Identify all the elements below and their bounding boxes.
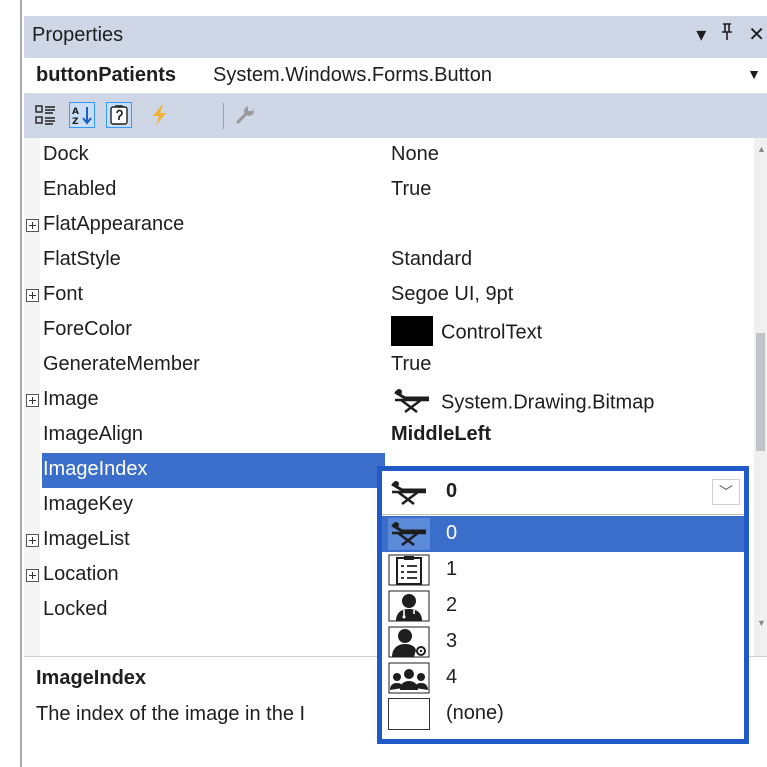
property-pages-icon[interactable] [232,102,258,128]
property-name: Locked [43,598,108,620]
image-value: System.Drawing.Bitmap [441,391,655,414]
object-type: System.Windows.Forms.Button [213,64,492,86]
property-row-generatemember[interactable]: GenerateMember True [24,348,754,383]
doctor-icon [388,590,430,622]
property-name: Font [43,283,84,305]
svg-text:A: A [72,107,79,117]
option-label: (none) [446,702,504,724]
imageindex-dropdown[interactable]: 0 ﹀ 0 1 2 3 4 (none) [377,466,749,744]
vertical-scrollbar[interactable]: ▲ ▼ [754,138,767,656]
property-name: Image [43,388,99,410]
option-label: 4 [446,666,458,688]
clipboard-list-icon [388,554,430,586]
property-value[interactable]: True [391,178,431,201]
scroll-up-arrow-icon[interactable]: ▲ [757,144,766,154]
property-row-image[interactable]: Image System.Drawing.Bitmap [24,383,754,418]
property-name: ImageList [43,528,130,550]
object-selector-chevron-down-icon[interactable]: ▼ [747,66,761,82]
dropdown-option-none[interactable]: (none) [382,696,744,732]
dropdown-option-1[interactable]: 1 [382,552,744,588]
property-row-forecolor[interactable]: ForeColor ControlText [24,313,754,348]
property-value[interactable]: System.Drawing.Bitmap [391,388,654,418]
description-text: The index of the image in the I [36,703,306,725]
stretcher-icon [391,386,433,416]
option-label: 3 [446,630,458,652]
toolbar-separator [223,103,224,129]
expand-plus-icon[interactable] [26,219,39,232]
property-row-imagealign[interactable]: ImageAlign MiddleLeft [24,418,754,453]
dropdown-option-2[interactable]: 2 [382,588,744,624]
property-name: FlatAppearance [43,213,185,235]
property-row-enabled[interactable]: Enabled True [24,173,754,208]
panel-title: Properties [32,24,124,46]
property-value[interactable]: ControlText [391,316,543,348]
panel-titlebar: Properties ▾ ✕ [24,16,767,58]
chevron-down-icon[interactable]: ﹀ [712,479,740,505]
dropdown-option-0[interactable]: 0 [382,516,744,552]
group-icon [388,662,430,694]
alphabetical-icon[interactable]: A Z [69,102,95,128]
object-name: buttonPatients [36,64,176,86]
properties-icon[interactable] [106,102,132,128]
pin-icon[interactable] [720,22,734,48]
scrollbar-thumb[interactable] [756,333,765,451]
stretcher-icon [388,478,430,514]
categorized-icon[interactable] [33,102,59,128]
expand-plus-icon[interactable] [26,394,39,407]
property-row-dock[interactable]: Dock None [24,138,754,173]
property-name: FlatStyle [43,248,121,270]
color-swatch [391,316,433,346]
property-row-flatstyle[interactable]: FlatStyle Standard [24,243,754,278]
property-row-flatappearance[interactable]: FlatAppearance [24,208,754,243]
property-name: GenerateMember [43,353,200,375]
property-name: Dock [43,143,89,165]
window-menu-chevron-icon[interactable]: ▾ [696,22,706,48]
property-name: Location [43,563,119,585]
dropdown-option-4[interactable]: 4 [382,660,744,696]
svg-text:Z: Z [72,117,79,126]
object-selector[interactable]: buttonPatients System.Windows.Forms.Butt… [24,58,767,94]
close-icon[interactable]: ✕ [748,22,765,48]
expand-plus-icon[interactable] [26,534,39,547]
property-name: Enabled [43,178,117,200]
dropdown-current-value[interactable]: 0 ﹀ [382,471,744,515]
option-label: 2 [446,594,458,616]
events-icon[interactable] [146,102,172,128]
scroll-down-arrow-icon[interactable]: ▼ [757,618,766,628]
property-name: ImageAlign [43,423,144,445]
left-edge [0,0,22,767]
property-value[interactable]: True [391,353,431,376]
expand-plus-icon[interactable] [26,289,39,302]
empty-image-box [388,698,430,730]
property-value[interactable]: None [391,143,439,166]
dropdown-value: 0 [446,480,458,502]
property-value[interactable]: MiddleLeft [391,423,491,446]
user-settings-icon [388,626,430,658]
expand-plus-icon[interactable] [26,569,39,582]
forecolor-value: ControlText [441,321,543,344]
dropdown-options: 0 1 2 3 4 (none) [382,516,744,732]
dropdown-option-3[interactable]: 3 [382,624,744,660]
description-title: ImageIndex [36,667,147,689]
property-name: ImageKey [43,493,134,515]
properties-toolbar: A Z [24,94,767,138]
property-value[interactable]: Segoe UI, 9pt [391,283,513,306]
property-row-font[interactable]: Font Segoe UI, 9pt [24,278,754,313]
stretcher-icon [388,518,430,550]
property-value[interactable]: Standard [391,248,472,271]
option-label: 1 [446,558,458,580]
property-name: ImageIndex [43,458,148,480]
option-label: 0 [446,522,458,544]
property-name: ForeColor [43,318,132,340]
